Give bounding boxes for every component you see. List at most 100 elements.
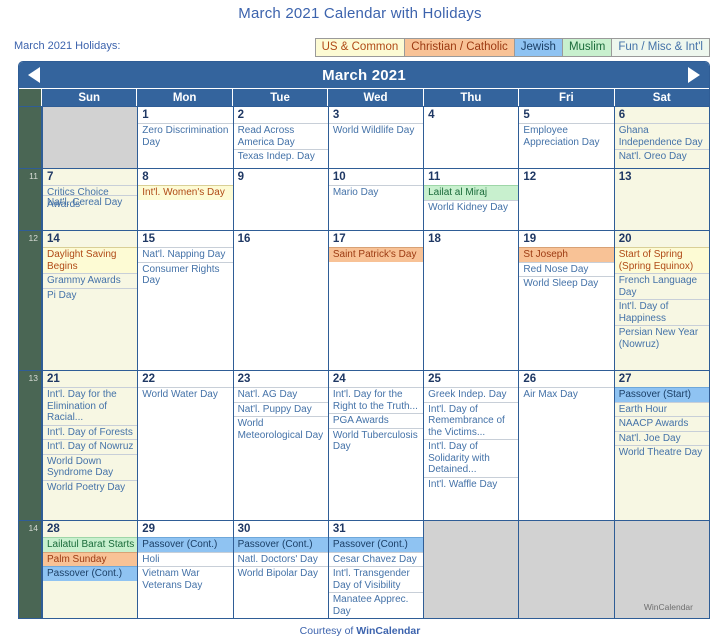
event-label[interactable]: Saint Patrick's Day <box>328 247 424 262</box>
event-label[interactable]: World Down Syndrome Day <box>43 453 138 480</box>
event-label[interactable]: Daylight Saving Begins <box>43 247 138 273</box>
legend-chip-4[interactable]: Muslim <box>561 38 613 57</box>
event-label[interactable]: Int'l. Day of Nowruz <box>43 439 138 454</box>
legend-chip-3[interactable]: Jewish <box>513 38 563 57</box>
event-label[interactable]: Grammy Awards <box>43 273 138 288</box>
day-cell-9[interactable]: 9 <box>232 169 328 230</box>
event-label[interactable]: Passover (Cont.) <box>43 566 138 581</box>
event-label[interactable]: Read Across America Day <box>233 123 328 149</box>
event-label[interactable]: World Sleep Day <box>519 276 614 291</box>
event-label[interactable]: Passover (Cont.) <box>328 537 424 552</box>
week-number-header-spacer <box>19 89 42 106</box>
event-label[interactable]: Employee Appreciation Day <box>519 123 614 149</box>
day-cell-30[interactable]: 30 Passover (Cont.) Natl. Doctors' Day Worl… <box>232 521 328 618</box>
event-label[interactable]: PGA Awards <box>328 413 424 428</box>
event-label[interactable]: Earth Hour <box>614 401 709 417</box>
event-label[interactable]: Int'l. Women's Day <box>138 185 233 200</box>
prev-month-arrow-icon[interactable] <box>28 67 40 83</box>
day-cell-6[interactable]: 6 Ghana Independence Day Nat'l. Oreo Day <box>613 107 709 168</box>
event-label[interactable]: Red Nose Day <box>519 261 614 277</box>
event-label[interactable]: Palm Sunday <box>43 551 138 566</box>
day-cell-5[interactable]: 5 Employee Appreciation Day <box>518 107 614 168</box>
event-label[interactable]: Zero Discrimination Day <box>138 123 233 149</box>
event-label[interactable]: Passover (Start) <box>614 387 709 402</box>
event-label[interactable]: World Water Day <box>138 387 233 402</box>
event-label[interactable]: Greek Indep. Day <box>424 387 519 402</box>
legend-chip-2[interactable]: Christian / Catholic <box>404 38 515 57</box>
event-label[interactable]: Passover (Cont.) <box>138 537 233 552</box>
event-label[interactable]: World Wildlife Day <box>328 123 424 138</box>
day-number: 15 <box>142 233 156 245</box>
event-label[interactable]: Int'l. Day of Solidarity with Detained..… <box>424 439 519 477</box>
day-cell-23[interactable]: 23 Nat'l. AG Day Nat'l. Puppy Day World Met… <box>232 371 328 520</box>
day-cell-20[interactable]: 20 Start of Spring (Spring Equinox) French… <box>613 231 709 370</box>
event-label[interactable]: Texas Indep. Day <box>233 149 328 164</box>
event-label[interactable]: Holi <box>138 551 233 567</box>
event-label[interactable]: Lailat al Miraj <box>424 185 519 200</box>
day-cell-18[interactable]: 18 <box>423 231 519 370</box>
event-label[interactable]: World Kidney Day <box>424 199 519 215</box>
day-cell-4[interactable]: 4 <box>423 107 519 168</box>
day-cell-2[interactable]: 2 Read Across America Day Texas Indep. Day <box>232 107 328 168</box>
next-month-arrow-icon[interactable] <box>688 67 700 83</box>
day-cell-14[interactable]: 14 Daylight Saving Begins Grammy Awards Pi … <box>42 231 138 370</box>
day-cell-7[interactable]: 7 Critics Choice Awards Nat'l. Cereal Day <box>42 169 138 230</box>
day-cell-3[interactable]: 3 World Wildlife Day <box>327 107 424 168</box>
legend-chip-5[interactable]: Fun / Misc & Int'l <box>611 38 710 57</box>
day-cell-11[interactable]: 11 Lailat al Miraj World Kidney Day <box>423 169 519 230</box>
day-cell-21[interactable]: 21 Int'l. Day for the Elimination of Raci… <box>42 371 138 520</box>
event-label[interactable]: Int'l. Day for the Elimination of Racial… <box>43 387 138 425</box>
day-cell-8[interactable]: 8 Int'l. Women's Day <box>137 169 233 230</box>
day-cell-28[interactable]: 28 Lailatul Barat Starts Palm Sunday Passov… <box>42 521 138 618</box>
event-label[interactable]: Persian New Year (Nowruz) <box>614 325 709 351</box>
event-label[interactable]: Consumer Rights Day <box>138 261 233 288</box>
event-label[interactable]: Passover (Cont.) <box>233 537 328 552</box>
day-cell-13[interactable]: 13 <box>613 169 709 230</box>
event-label[interactable]: Nat'l. AG Day <box>233 387 328 402</box>
event-label[interactable]: Start of Spring (Spring Equinox) <box>614 247 709 273</box>
event-label[interactable]: Lailatul Barat Starts <box>43 537 138 552</box>
day-cell-15[interactable]: 15 Nat'l. Napping Day Consumer Rights Day <box>137 231 233 370</box>
day-cell-24[interactable]: 24 Int'l. Day for the Right to the Truth.… <box>327 371 424 520</box>
day-cell-17[interactable]: 17 Saint Patrick's Day <box>327 231 424 370</box>
day-cell-26[interactable]: 26 Air Max Day <box>518 371 614 520</box>
day-cell-27[interactable]: 27 Passover (Start) Earth Hour NAACP Awards… <box>613 371 709 520</box>
event-label[interactable]: World Bipolar Day <box>233 566 328 581</box>
event-label[interactable]: World Poetry Day <box>43 479 138 495</box>
event-label[interactable]: French Language Day <box>614 273 709 299</box>
event-label[interactable]: Mario Day <box>328 185 424 200</box>
event-label[interactable]: Nat'l. Oreo Day <box>614 149 709 164</box>
event-label[interactable]: Air Max Day <box>519 387 614 402</box>
day-cell-22[interactable]: 22 World Water Day <box>137 371 233 520</box>
event-label-overlapping[interactable]: Nat'l. Cereal Day <box>43 195 138 210</box>
event-label[interactable]: Nat'l. Napping Day <box>138 247 233 262</box>
event-label[interactable]: Int'l. Transgender Day of Visibility <box>328 566 424 592</box>
day-cell-29[interactable]: 29 Passover (Cont.) Holi Vietnam War Vetera… <box>137 521 233 618</box>
day-cell-10[interactable]: 10 Mario Day <box>327 169 424 230</box>
day-cell-1[interactable]: 1 Zero Discrimination Day <box>137 107 233 168</box>
event-label[interactable]: Natl. Doctors' Day <box>233 551 328 567</box>
legend-chip-1[interactable]: US & Common <box>314 38 406 57</box>
day-cell-31[interactable]: 31 Passover (Cont.) Cesar Chavez Day Int'l.… <box>327 521 424 618</box>
event-label[interactable]: Int'l. Day of Happiness <box>614 299 709 325</box>
event-label[interactable]: Vietnam War Veterans Day <box>138 566 233 592</box>
day-cell-19[interactable]: 19 St Joseph Red Nose Day World Sleep Day <box>518 231 614 370</box>
event-label[interactable]: St Joseph <box>519 247 614 262</box>
event-label[interactable]: Nat'l. Joe Day <box>614 430 709 446</box>
day-cell-16[interactable]: 16 <box>232 231 328 370</box>
event-label[interactable]: Pi Day <box>43 287 138 303</box>
event-label[interactable]: World Tuberculosis Day <box>328 427 424 454</box>
event-label[interactable]: Int'l. Day of Forests <box>43 424 138 440</box>
event-label[interactable]: Nat'l. Puppy Day <box>233 401 328 417</box>
event-label[interactable]: Int'l. Waffle Day <box>424 476 519 492</box>
event-label[interactable]: Cesar Chavez Day <box>328 551 424 567</box>
event-label[interactable]: NAACP Awards <box>614 416 709 431</box>
day-cell-25[interactable]: 25 Greek Indep. Day Int'l. Day of Remembra… <box>423 371 519 520</box>
day-cell-12[interactable]: 12 <box>518 169 614 230</box>
event-label[interactable]: Manatee Apprec. Day <box>328 592 424 618</box>
event-label[interactable]: Int'l. Day for the Right to the Truth... <box>328 387 424 413</box>
event-label[interactable]: World Theatre Day <box>614 445 709 460</box>
event-label[interactable]: World Meteorological Day <box>233 416 328 442</box>
event-label[interactable]: Ghana Independence Day <box>614 123 709 149</box>
event-label[interactable]: Int'l. Day of Remembrance of the Victims… <box>424 401 519 440</box>
